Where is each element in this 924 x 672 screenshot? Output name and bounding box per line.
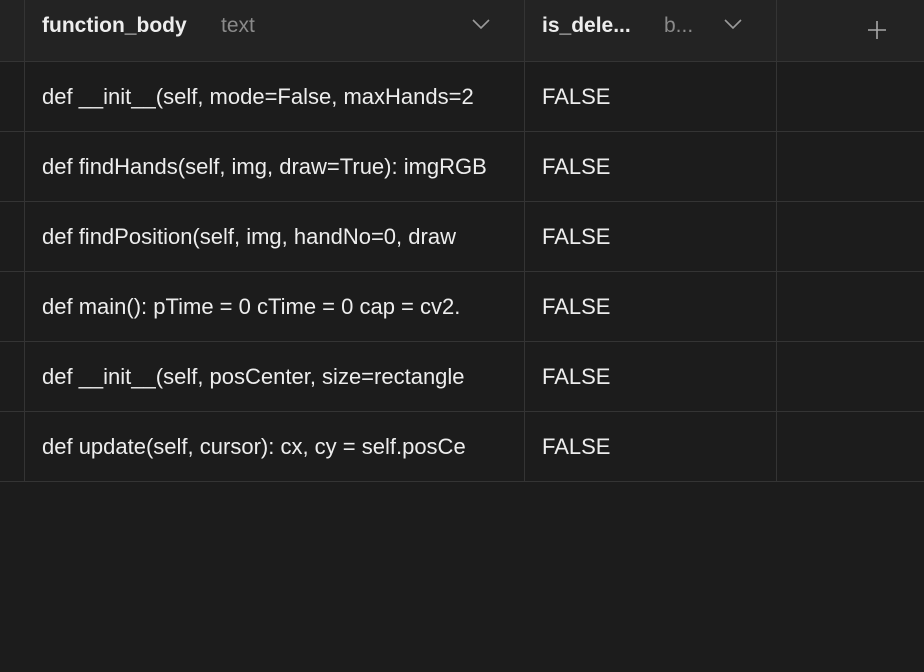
- column-type: b...: [664, 14, 694, 37]
- cell-is-deleted[interactable]: FALSE: [525, 202, 777, 271]
- cell-function-body[interactable]: def findPosition(self, img, handNo=0, dr…: [25, 202, 525, 271]
- cell-is-deleted[interactable]: FALSE: [525, 412, 777, 481]
- row-selector[interactable]: [0, 412, 25, 481]
- cell-empty: [777, 132, 924, 201]
- table-row[interactable]: def __init__(self, mode=False, maxHands=…: [0, 62, 924, 132]
- chevron-down-icon[interactable]: [723, 17, 743, 31]
- cell-text: FALSE: [542, 154, 611, 179]
- table-row[interactable]: def update(self, cursor): cx, cy = self.…: [0, 412, 924, 482]
- column-type: text: [221, 14, 255, 37]
- row-selector[interactable]: [0, 132, 25, 201]
- add-column-button[interactable]: [777, 0, 924, 61]
- cell-is-deleted[interactable]: FALSE: [525, 342, 777, 411]
- column-header-function-body[interactable]: function_body text: [25, 0, 525, 61]
- cell-empty: [777, 62, 924, 131]
- table-row[interactable]: def main(): pTime = 0 cTime = 0 cap = cv…: [0, 272, 924, 342]
- cell-is-deleted[interactable]: FALSE: [525, 132, 777, 201]
- plus-icon: [868, 21, 886, 39]
- cell-empty: [777, 272, 924, 341]
- cell-text: def findHands(self, img, draw=True): img…: [42, 154, 487, 179]
- row-selector[interactable]: [0, 272, 25, 341]
- cell-text: FALSE: [542, 84, 611, 109]
- cell-text: FALSE: [542, 364, 611, 389]
- cell-empty: [777, 202, 924, 271]
- row-selector-header[interactable]: [0, 0, 25, 61]
- table-row[interactable]: def findHands(self, img, draw=True): img…: [0, 132, 924, 202]
- cell-empty: [777, 412, 924, 481]
- table-row[interactable]: def __init__(self, posCenter, size=recta…: [0, 342, 924, 412]
- cell-function-body[interactable]: def update(self, cursor): cx, cy = self.…: [25, 412, 525, 481]
- cell-text: def update(self, cursor): cx, cy = self.…: [42, 434, 466, 459]
- cell-text: FALSE: [542, 224, 611, 249]
- cell-text: def findPosition(self, img, handNo=0, dr…: [42, 224, 456, 249]
- cell-function-body[interactable]: def __init__(self, mode=False, maxHands=…: [25, 62, 525, 131]
- row-selector[interactable]: [0, 62, 25, 131]
- column-name: is_dele...: [542, 14, 631, 37]
- chevron-down-icon[interactable]: [471, 17, 491, 31]
- row-selector[interactable]: [0, 202, 25, 271]
- grid-header: function_body text is_dele... b...: [0, 0, 924, 62]
- cell-text: def __init__(self, mode=False, maxHands=…: [42, 84, 474, 109]
- cell-text: def __init__(self, posCenter, size=recta…: [42, 364, 465, 389]
- cell-function-body[interactable]: def findHands(self, img, draw=True): img…: [25, 132, 525, 201]
- cell-empty: [777, 342, 924, 411]
- column-name: function_body: [42, 14, 187, 37]
- cell-function-body[interactable]: def __init__(self, posCenter, size=recta…: [25, 342, 525, 411]
- cell-text: FALSE: [542, 294, 611, 319]
- row-selector[interactable]: [0, 342, 25, 411]
- cell-function-body[interactable]: def main(): pTime = 0 cTime = 0 cap = cv…: [25, 272, 525, 341]
- data-grid: function_body text is_dele... b... def _…: [0, 0, 924, 672]
- cell-is-deleted[interactable]: FALSE: [525, 62, 777, 131]
- cell-text: def main(): pTime = 0 cTime = 0 cap = cv…: [42, 294, 461, 319]
- table-row[interactable]: def findPosition(self, img, handNo=0, dr…: [0, 202, 924, 272]
- cell-text: FALSE: [542, 434, 611, 459]
- column-header-is-deleted[interactable]: is_dele... b...: [525, 0, 777, 61]
- cell-is-deleted[interactable]: FALSE: [525, 272, 777, 341]
